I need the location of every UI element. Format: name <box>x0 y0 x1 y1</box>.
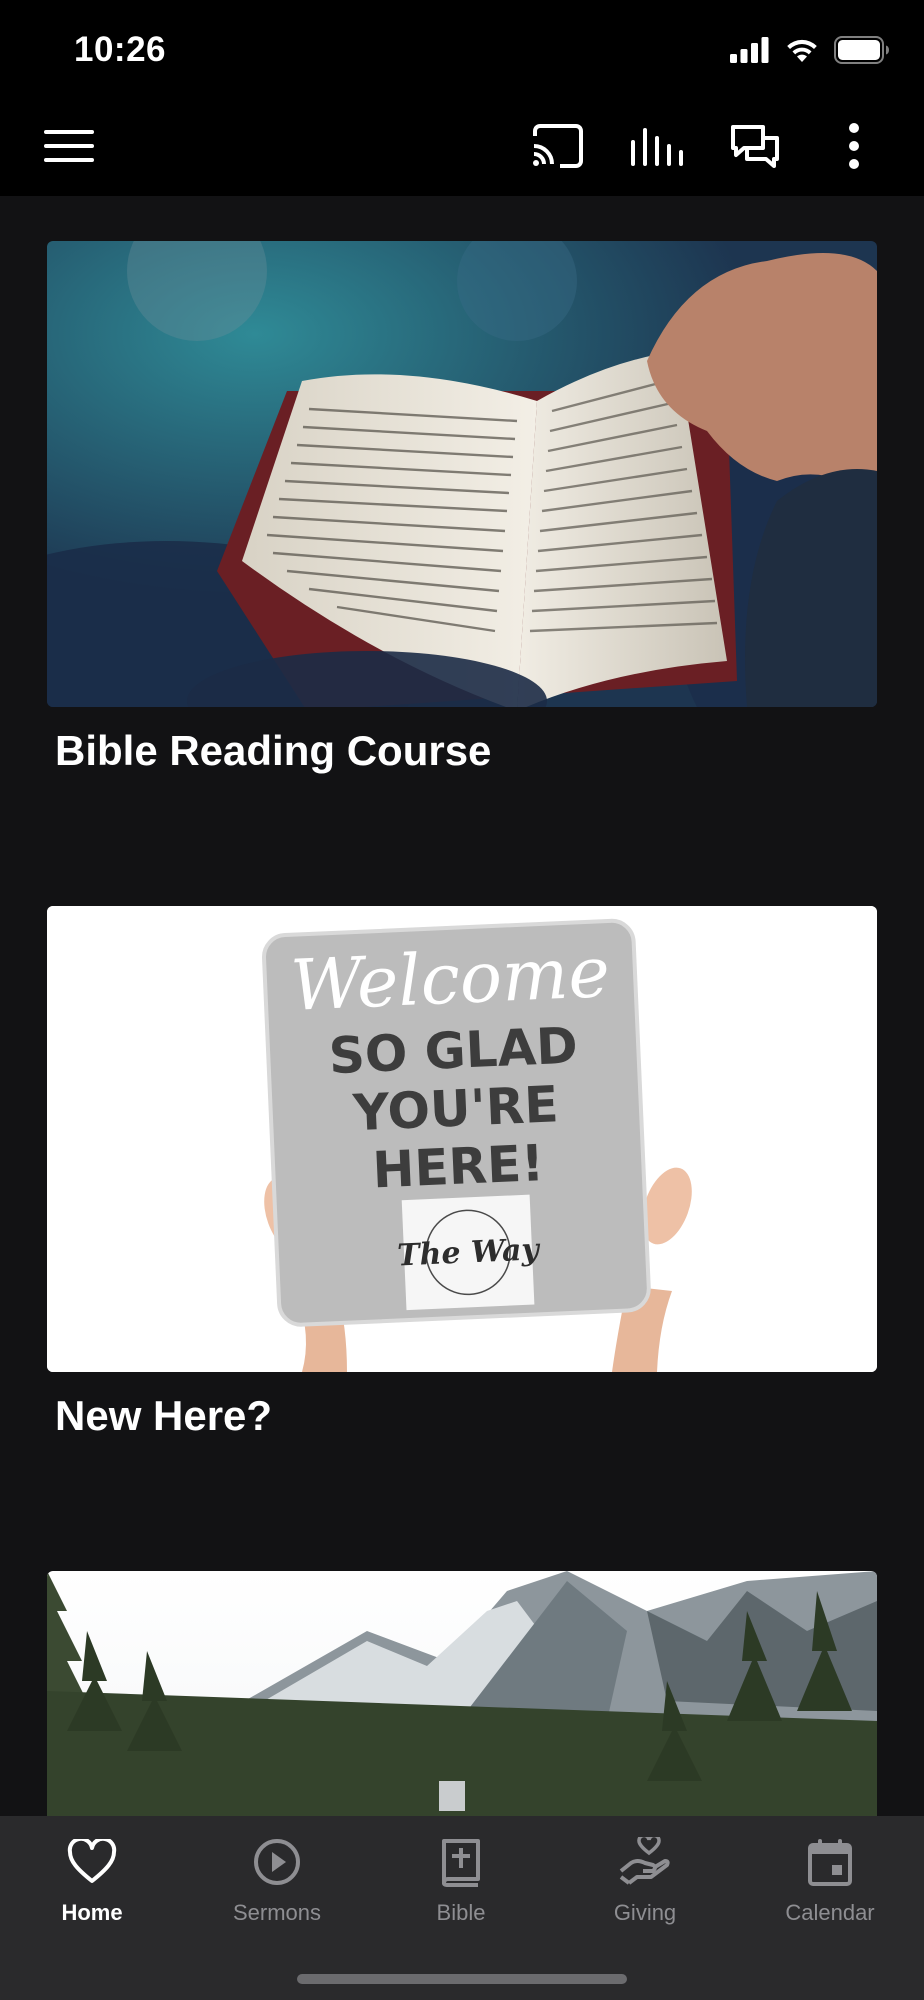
open-bible-photo <box>47 241 877 707</box>
card-title: Bible Reading Course <box>55 727 492 774</box>
heart-icon <box>64 1834 120 1890</box>
card-bible-reading-course[interactable]: Bible Reading Course <box>47 241 877 775</box>
tab-label: Sermons <box>232 1900 322 1925</box>
tab-label: Home <box>61 1900 123 1925</box>
status-bar: 10:26 <box>0 0 924 100</box>
play-circle-icon <box>249 1834 305 1890</box>
top-app-bar <box>0 100 924 196</box>
card-new-here[interactable]: Welcome SO GLAD YOU'RE HERE! The Way New… <box>47 906 877 1440</box>
tab-bible[interactable]: Bible <box>386 1834 536 1926</box>
sign-line-1: SO GLAD <box>328 1016 579 1085</box>
more-options-button[interactable] <box>824 118 884 178</box>
tab-sermons[interactable]: Sermons <box>202 1834 352 1926</box>
sign-welcome-script: Welcome <box>289 931 611 1027</box>
audio-button[interactable] <box>627 118 687 178</box>
wifi-icon <box>784 36 820 69</box>
status-icons <box>730 36 890 69</box>
cellular-signal-icon <box>730 37 770 68</box>
home-feed[interactable]: Bible Reading Course Welcome SO GLAD YOU… <box>0 196 924 1816</box>
calendar-icon <box>802 1834 858 1890</box>
cast-icon <box>531 123 585 173</box>
chat-button[interactable] <box>725 118 785 178</box>
battery-icon <box>834 36 890 69</box>
menu-button[interactable] <box>40 118 100 178</box>
bottom-tab-bar: Home Sermons Bible Giving Calendar <box>0 1816 924 2000</box>
chat-icon <box>730 124 780 173</box>
tab-label: Calendar <box>785 1900 875 1925</box>
tab-calendar[interactable]: Calendar <box>755 1834 905 1926</box>
the-way-logo: The Way <box>397 1232 543 1273</box>
sign-line-2: YOU'RE <box>351 1075 560 1142</box>
tab-label: Giving <box>613 1900 677 1925</box>
welcome-sign-photo: Welcome SO GLAD YOU'RE HERE! The Way <box>47 906 877 1372</box>
menu-icon <box>44 128 96 169</box>
mountain-forest-photo <box>47 1571 877 1816</box>
audio-bars-icon <box>631 126 683 171</box>
giving-hand-icon <box>617 1834 673 1890</box>
more-vertical-icon <box>848 122 860 175</box>
status-time: 10:26 <box>74 30 167 69</box>
card-mountain[interactable] <box>47 1571 877 1816</box>
tab-home[interactable]: Home <box>17 1834 167 1926</box>
tab-label: Bible <box>436 1900 486 1925</box>
home-indicator[interactable] <box>297 1974 627 1984</box>
cast-button[interactable] <box>528 118 588 178</box>
tab-giving[interactable]: Giving <box>570 1834 720 1926</box>
card-title: New Here? <box>55 1392 273 1439</box>
book-plus-icon <box>433 1834 489 1890</box>
sign-line-3: HERE! <box>371 1134 545 1199</box>
